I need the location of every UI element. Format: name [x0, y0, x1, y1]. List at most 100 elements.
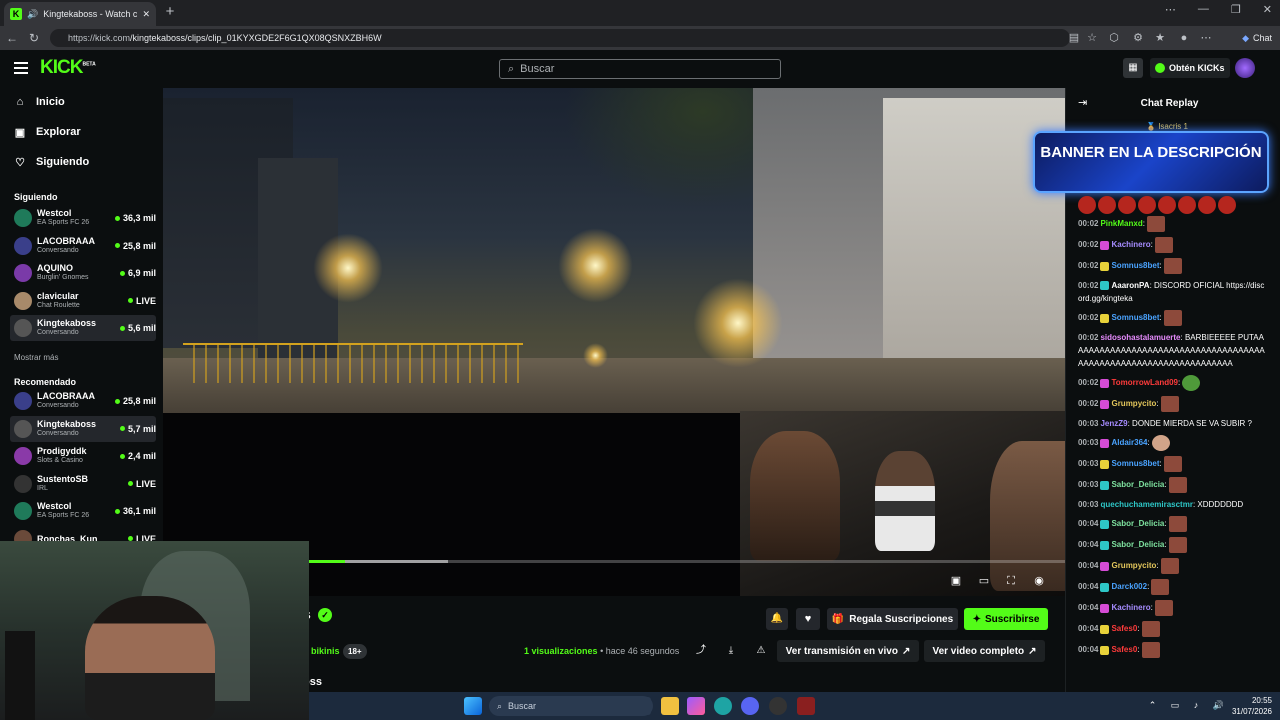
- collapse-chat-icon[interactable]: ⇥: [1078, 96, 1087, 109]
- obs-icon[interactable]: [769, 697, 787, 715]
- maximize-icon[interactable]: ❐: [1231, 3, 1241, 16]
- sidebar-channel-kingtekaboss[interactable]: Kingtekaboss Conversando 5,7 mil: [10, 415, 156, 442]
- chat-username[interactable]: Kachinero: [1111, 603, 1150, 612]
- theater-mode-icon[interactable]: ▭: [977, 574, 991, 588]
- follow-heart-button[interactable]: ♥: [796, 608, 820, 630]
- speaker-icon[interactable]: 🔊: [27, 9, 38, 20]
- sidebar-channel-clavicular[interactable]: clavicular Chat Roulette LIVE: [10, 288, 156, 314]
- subscribe-button[interactable]: ✦ Suscribirse: [964, 608, 1048, 630]
- chat-username[interactable]: Somnus8bet: [1111, 261, 1159, 270]
- system-tray[interactable]: ⌃ ▭ ♪ 🔊: [1149, 700, 1230, 711]
- search-icon: ⌕: [508, 62, 515, 75]
- notification-bell-button[interactable]: 🔔: [766, 608, 788, 630]
- watch-live-button[interactable]: Ver transmisión en vivo ↗: [777, 640, 919, 662]
- task-view-icon[interactable]: [633, 697, 651, 715]
- chat-username[interactable]: sidosohastalamuerte: [1100, 333, 1180, 342]
- chat-username[interactable]: Sabor_Delicia: [1111, 480, 1164, 489]
- browser-tab[interactable]: K 🔊 Kingtekaboss - Watch clips o ✕: [4, 2, 156, 26]
- video-progress-bar[interactable]: [303, 560, 1065, 563]
- chat-username[interactable]: Sabor_Delicia: [1111, 519, 1164, 528]
- start-icon[interactable]: [464, 697, 482, 715]
- extensions-icon[interactable]: ⬡: [1106, 30, 1122, 46]
- chat-username[interactable]: JenzZ9: [1100, 419, 1127, 428]
- chat-message: 00:02 Kachinero:: [1066, 237, 1273, 253]
- chat-username[interactable]: Somnus8bet: [1111, 313, 1159, 322]
- user-avatar[interactable]: [1235, 58, 1255, 78]
- sidebar-channel-aquino[interactable]: AQUINO Burglin' Gnomes 6,9 mil: [10, 260, 156, 286]
- get-kicks-button[interactable]: Obtén KICKs: [1150, 58, 1230, 78]
- copilot-chat-button[interactable]: ◆ Chat: [1242, 29, 1272, 47]
- sidebar-item-explorar[interactable]: ▣ Explorar: [14, 121, 154, 143]
- sidebar-channel-sustentosb[interactable]: SustentoSB IRL LIVE: [10, 471, 156, 497]
- reload-icon[interactable]: ↻: [26, 30, 42, 46]
- menu-toggle-icon[interactable]: [14, 62, 28, 74]
- chat-message: 00:03 Somnus8bet:: [1066, 456, 1273, 472]
- watch-full-video-button[interactable]: Ver video completo ↗: [924, 640, 1045, 662]
- external-link-icon: ↗: [1028, 645, 1037, 657]
- chat-username[interactable]: Aldair364: [1111, 438, 1147, 447]
- profile-icon[interactable]: ●: [1176, 30, 1192, 46]
- download-icon[interactable]: ⤓: [722, 642, 740, 660]
- show-more-link[interactable]: Mostrar más: [14, 353, 58, 362]
- sidebar-channel-westcol[interactable]: Westcol EA Sports FC 26 36,1 mil: [10, 498, 156, 524]
- kick-logo[interactable]: KICKBETA: [40, 57, 96, 79]
- sidebar-item-inicio[interactable]: ⌂ Inicio: [14, 91, 154, 113]
- channel-avatar: [14, 291, 32, 310]
- chat-username[interactable]: Safes0: [1111, 645, 1137, 654]
- report-icon[interactable]: ⚠: [752, 642, 770, 660]
- fullscreen-icon[interactable]: ⛶: [1004, 574, 1018, 588]
- sidebar-channel-prodigyddk[interactable]: Prodigyddk Slots & Casino 2,4 mil: [10, 443, 156, 469]
- edge-icon[interactable]: [714, 697, 732, 715]
- chat-username[interactable]: TomorrowLand09: [1111, 378, 1178, 387]
- gift-subs-button[interactable]: 🎁 Regala Suscripciones: [827, 608, 958, 630]
- chat-username[interactable]: Kachinero: [1111, 240, 1150, 249]
- chat-username[interactable]: quechuchamemirasctmr: [1100, 500, 1192, 509]
- favorites-icon[interactable]: ★: [1152, 30, 1168, 46]
- taskbar-clock[interactable]: 20:55 31/07/2026: [1232, 695, 1272, 717]
- video-player[interactable]: ▣ ▭ ⛶ ◉: [163, 88, 1065, 596]
- discord-icon[interactable]: [741, 697, 759, 715]
- chat-username[interactable]: PinkManxd: [1100, 219, 1142, 228]
- category-tag[interactable]: bikinis: [311, 646, 340, 656]
- close-tab-icon[interactable]: ✕: [142, 9, 150, 20]
- subscriber-badge-icon: [1100, 540, 1110, 550]
- more-icon[interactable]: ⋯: [1165, 3, 1176, 16]
- settings-icon[interactable]: ◉: [1032, 574, 1046, 588]
- sidebar-channel-lacobraaa[interactable]: LACOBRAAA Conversando 25,8 mil: [10, 388, 156, 414]
- live-dot-icon: [114, 398, 120, 404]
- minimize-icon[interactable]: —: [1198, 3, 1209, 16]
- chat-username[interactable]: Safes0: [1111, 624, 1137, 633]
- copilot-app-icon[interactable]: [687, 697, 705, 715]
- new-tab-button[interactable]: +: [162, 4, 178, 20]
- chat-username[interactable]: Darck002: [1111, 582, 1147, 591]
- heart-filled-icon: ♥: [804, 613, 812, 625]
- sidebar-channel-lacobraaa[interactable]: LACOBRAAA Conversando 25,8 mil: [10, 233, 156, 259]
- taskbar-search[interactable]: ⌕ Buscar: [489, 696, 653, 716]
- channel-name: clavicular: [37, 290, 79, 301]
- share-icon[interactable]: ⤴: [692, 642, 710, 660]
- recommended-heading: Recomendado: [14, 377, 77, 387]
- chat-username[interactable]: Sabor_Delicia: [1111, 540, 1164, 549]
- performance-icon[interactable]: ⚙: [1130, 30, 1146, 46]
- bookmark-star-icon[interactable]: ☆: [1084, 30, 1100, 46]
- viewer-count: LIVE: [127, 296, 156, 306]
- menu-icon[interactable]: ⋯: [1198, 30, 1214, 46]
- close-window-icon[interactable]: ✕: [1263, 3, 1272, 16]
- chat-username[interactable]: Grumpycito: [1111, 561, 1156, 570]
- miniplayer-icon[interactable]: ▣: [949, 574, 963, 588]
- chat-username[interactable]: Somnus8bet: [1111, 459, 1159, 468]
- sidebar-channel-kingtekaboss[interactable]: Kingtekaboss Conversando 5,6 mil: [10, 315, 156, 341]
- kicks-coin-icon: [1155, 63, 1165, 73]
- sidebar-channel-westcol[interactable]: Westcol EA Sports FC 26 36,3 mil: [10, 205, 156, 231]
- reader-icon[interactable]: ▤: [1066, 30, 1082, 46]
- sidebar-item-siguiendo[interactable]: ♡ Siguiendo: [14, 151, 154, 173]
- search-input[interactable]: ⌕ Buscar: [499, 59, 781, 79]
- channel-name: Prodigyddk: [37, 446, 87, 456]
- back-icon[interactable]: ←: [4, 30, 20, 46]
- chat-username[interactable]: AaaronPA: [1111, 281, 1149, 290]
- library-button[interactable]: ▦: [1123, 58, 1143, 78]
- app-icon[interactable]: [797, 697, 815, 715]
- file-explorer-icon[interactable]: [661, 697, 679, 715]
- url-field[interactable]: https://kick.com/kingtekaboss/clips/clip…: [50, 29, 1070, 47]
- chat-username[interactable]: Grumpycito: [1111, 399, 1156, 408]
